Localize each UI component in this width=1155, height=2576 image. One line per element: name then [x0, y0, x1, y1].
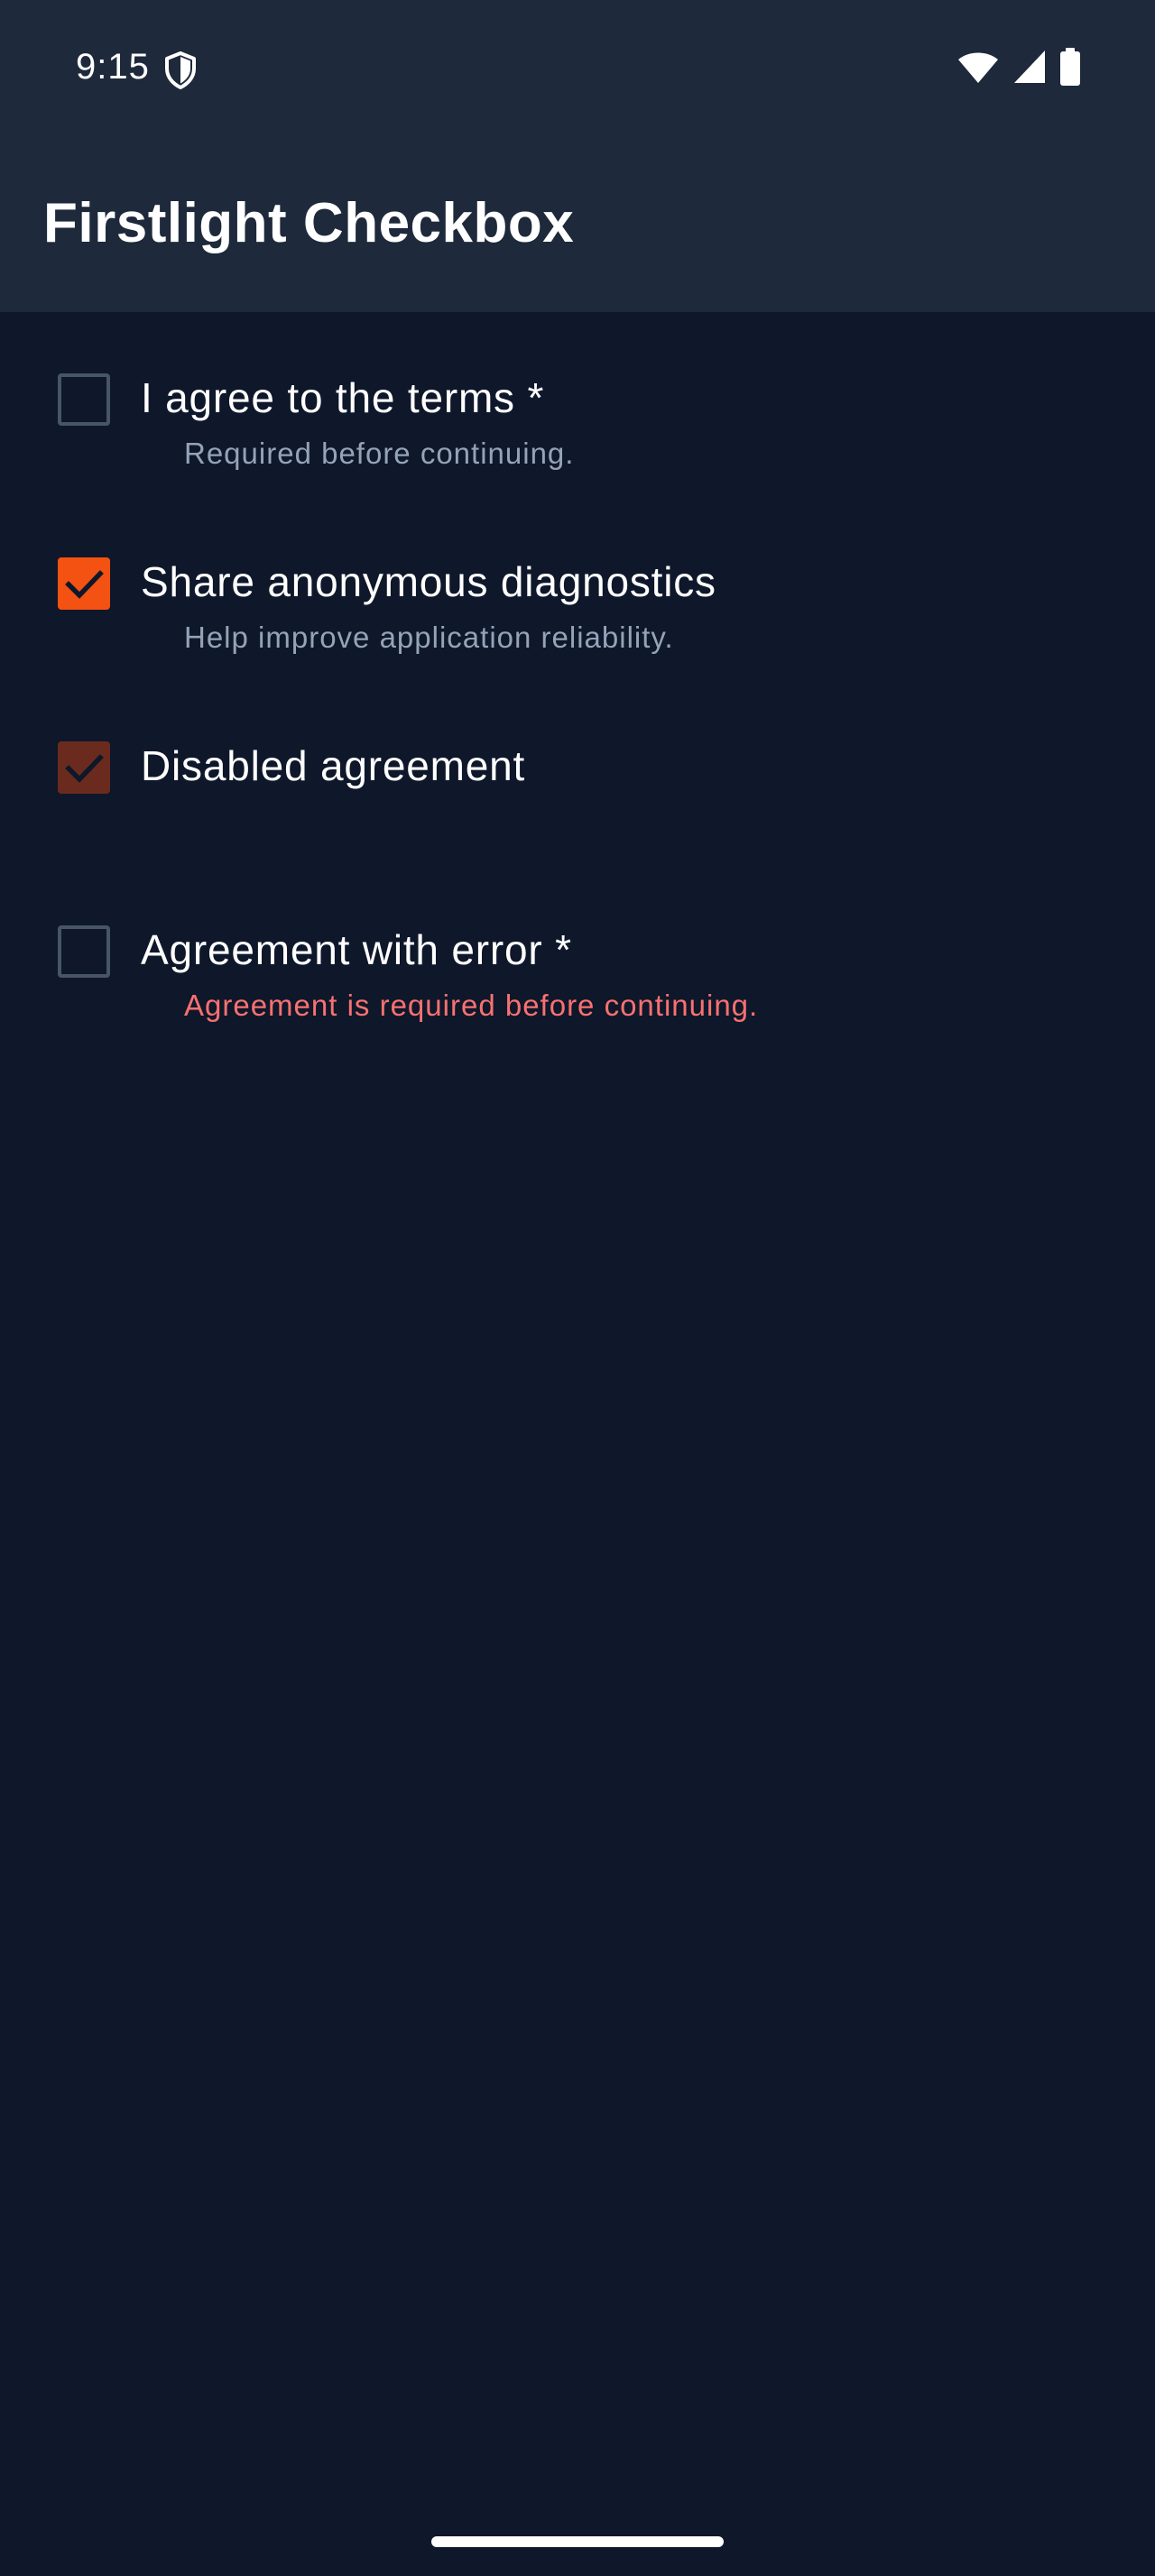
shield-icon	[162, 51, 199, 90]
status-icons	[956, 47, 1081, 90]
checkbox-diagnostics-label[interactable]: Share anonymous diagnostics	[141, 557, 716, 606]
page-title: Firstlight Checkbox	[43, 192, 575, 254]
checkbox-diagnostics[interactable]: Share anonymous diagnostics Help improve…	[0, 496, 1155, 676]
home-indicator[interactable]	[431, 2536, 724, 2547]
checkbox-diagnostics-box[interactable]	[58, 557, 110, 610]
status-bar: 9:15	[0, 0, 1155, 135]
checkbox-disabled-label: Disabled agreement	[141, 742, 526, 789]
signal-icon	[1012, 49, 1047, 89]
checkbox-error[interactable]: Agreement with error * Agreement is requ…	[0, 864, 1155, 1044]
checkbox-terms-box[interactable]	[58, 373, 110, 426]
checkmark-icon	[65, 570, 104, 599]
status-time: 9:15	[76, 47, 150, 87]
battery-icon	[1059, 47, 1081, 90]
checkbox-diagnostics-helper: Help improve application reliability.	[184, 621, 674, 654]
checkbox-error-label[interactable]: Agreement with error *	[141, 925, 572, 974]
checkbox-error-helper: Agreement is required before continuing.	[184, 989, 759, 1022]
checkbox-disabled: Disabled agreement	[0, 680, 1155, 860]
checkbox-terms-helper: Required before continuing.	[184, 437, 575, 470]
checkbox-terms-label[interactable]: I agree to the terms *	[141, 373, 544, 422]
checkbox-disabled-box	[58, 741, 110, 794]
wifi-icon	[956, 49, 1000, 89]
checkmark-icon	[65, 754, 104, 783]
checkbox-error-box[interactable]	[58, 925, 110, 978]
app-bar: Firstlight Checkbox	[0, 135, 1155, 312]
checkbox-terms[interactable]: I agree to the terms * Required before c…	[0, 312, 1155, 492]
